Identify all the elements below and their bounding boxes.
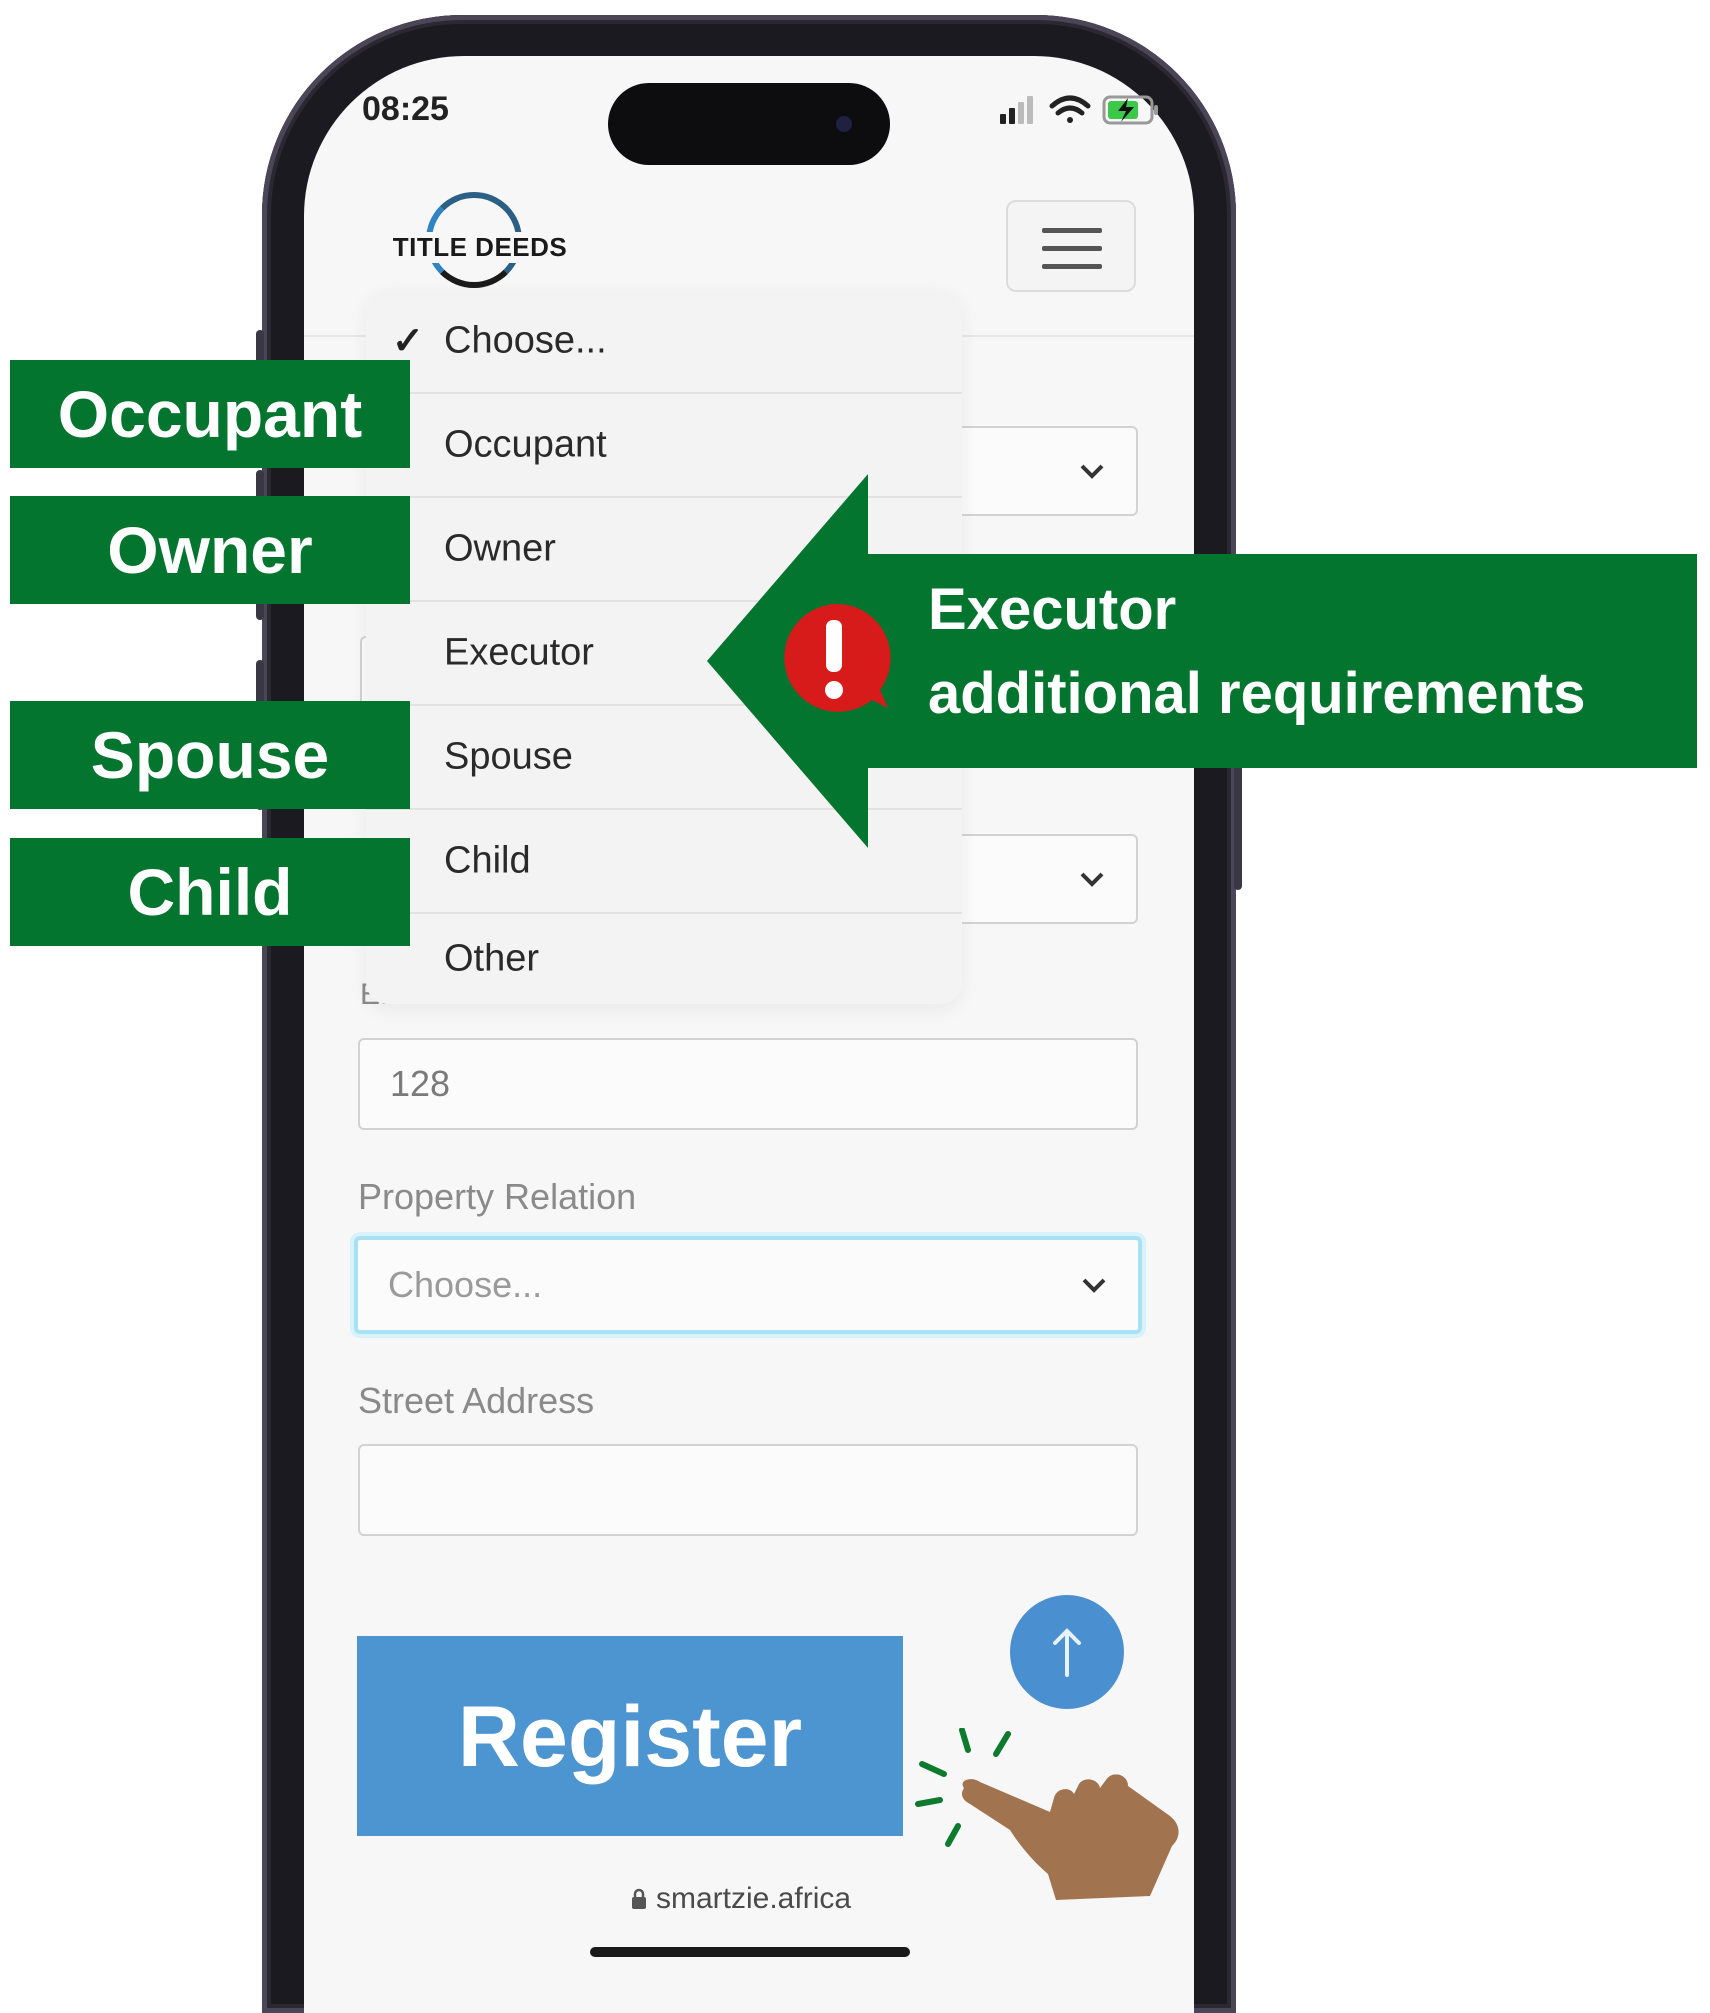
scroll-to-top-button[interactable] xyxy=(1010,1595,1124,1709)
battery-icon xyxy=(1102,95,1158,125)
status-time: 08:25 xyxy=(362,90,449,128)
signal-icon xyxy=(1000,96,1033,124)
camera-icon xyxy=(836,116,852,132)
warning-icon xyxy=(784,603,891,712)
chevron-down-icon xyxy=(1082,1278,1106,1293)
property-relation-placeholder: Choose... xyxy=(388,1264,543,1305)
property-relation-select[interactable]: Choose... xyxy=(354,1236,1142,1334)
callout-child: Child xyxy=(10,838,410,946)
dropdown-option-label: Spouse xyxy=(444,735,573,778)
pointing-hand-icon xyxy=(915,1728,1179,1900)
title-deeds-logo[interactable]: TITLE DEEDS xyxy=(390,188,570,292)
dropdown-option-choose[interactable]: ✓ Choose... xyxy=(366,290,962,394)
menu-icon xyxy=(1042,246,1102,251)
callout-owner: Owner xyxy=(10,496,410,604)
property-relation-label: Property Relation xyxy=(358,1176,637,1217)
checkmark-icon: ✓ xyxy=(392,320,424,363)
dropdown-option-label: Owner xyxy=(444,527,556,570)
callout-occupant: Occupant xyxy=(10,360,410,468)
dropdown-option-label: Executor xyxy=(444,631,594,674)
dropdown-option-label: Choose... xyxy=(444,319,607,362)
numeric-input-value: 128 xyxy=(390,1063,451,1104)
executor-callout-title: Executor xyxy=(928,577,1177,642)
home-indicator[interactable] xyxy=(590,1947,910,1957)
logo-text: TITLE DEEDS xyxy=(390,232,570,263)
url-bar[interactable]: smartzie.africa xyxy=(630,1882,851,1916)
executor-callout-subtitle: additional requirements xyxy=(928,661,1586,726)
dropdown-option-other[interactable]: Other xyxy=(366,914,962,1004)
dropdown-option-label: Child xyxy=(444,839,531,882)
url-text: smartzie.africa xyxy=(656,1882,852,1915)
dropdown-option-label: Occupant xyxy=(444,423,607,466)
menu-button[interactable] xyxy=(1006,200,1136,292)
chevron-down-icon xyxy=(1080,872,1104,887)
callout-spouse: Spouse xyxy=(10,701,410,809)
lock-icon xyxy=(632,1888,646,1909)
register-button[interactable]: Register xyxy=(357,1636,903,1836)
menu-icon xyxy=(1042,264,1102,269)
arrow-up-icon xyxy=(1053,1628,1081,1677)
dropdown-option-label: Other xyxy=(444,937,540,980)
street-address-input[interactable] xyxy=(358,1444,1138,1536)
street-address-label: Street Address xyxy=(358,1380,595,1421)
wifi-icon xyxy=(1049,95,1091,123)
dynamic-island xyxy=(608,83,890,165)
menu-icon xyxy=(1042,228,1102,233)
numeric-input[interactable]: 128 xyxy=(358,1038,1138,1130)
status-icons xyxy=(1000,95,1158,125)
